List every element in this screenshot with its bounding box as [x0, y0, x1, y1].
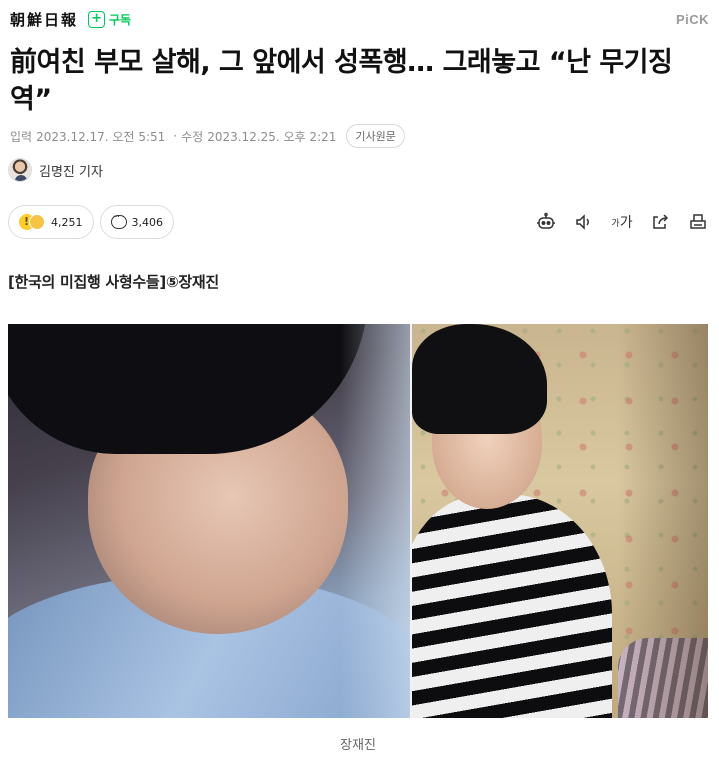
- reporter-name: 김명진 기자: [39, 164, 103, 180]
- article-tools: 가가: [535, 211, 709, 233]
- original-article-button[interactable]: 기사원문: [346, 124, 405, 148]
- top-bar: 朝鮮日報 + 구독 PiCK: [10, 8, 709, 30]
- comment-count: 3,406: [131, 215, 164, 229]
- comment-icon: [110, 212, 127, 229]
- print-icon[interactable]: [687, 211, 709, 233]
- subscribe-label: 구독: [109, 12, 132, 27]
- plus-icon: +: [88, 10, 106, 28]
- series-title: [한국의 미집행 사형수들]⑤장재진: [8, 273, 219, 291]
- article-photo[interactable]: [8, 324, 708, 718]
- article-headline: 前여친 부모 살해, 그 앞에서 성폭행… 그래놓고 “난 무기징역”: [10, 47, 673, 115]
- summary-bot-icon[interactable]: [535, 211, 557, 233]
- reporter-avatar: [8, 158, 32, 182]
- reaction-button[interactable]: ! 4,251: [8, 205, 94, 239]
- pick-badge: PiCK: [675, 11, 709, 27]
- subscribe-button[interactable]: + 구독: [88, 10, 132, 28]
- photo-caption: 장재진: [340, 738, 376, 753]
- action-bar: ! 4,251 3,406 가가: [8, 205, 709, 239]
- reporter-info[interactable]: 김명진 기자: [8, 158, 103, 182]
- photo-right-portrait: [412, 324, 708, 718]
- press-logo[interactable]: 朝鮮日報: [10, 9, 78, 30]
- reaction-emoji-icon: !: [19, 212, 47, 232]
- font-size-icon[interactable]: 가가: [611, 211, 633, 233]
- input-label: 입력: [10, 129, 33, 144]
- share-icon[interactable]: [649, 211, 671, 233]
- photo-left-portrait: [8, 324, 410, 718]
- modified-time: 2023.12.25. 오후 2:21: [207, 129, 337, 144]
- modified-label: 수정: [181, 129, 204, 144]
- speaker-icon[interactable]: [573, 211, 595, 233]
- article-meta: 입력 2023.12.17. 오전 5:51 · 수정 2023.12.25. …: [10, 124, 405, 148]
- input-time: 2023.12.17. 오전 5:51: [36, 129, 166, 144]
- reaction-count: 4,251: [51, 215, 83, 229]
- comment-button[interactable]: 3,406: [99, 205, 174, 239]
- meta-separator: ·: [173, 129, 178, 143]
